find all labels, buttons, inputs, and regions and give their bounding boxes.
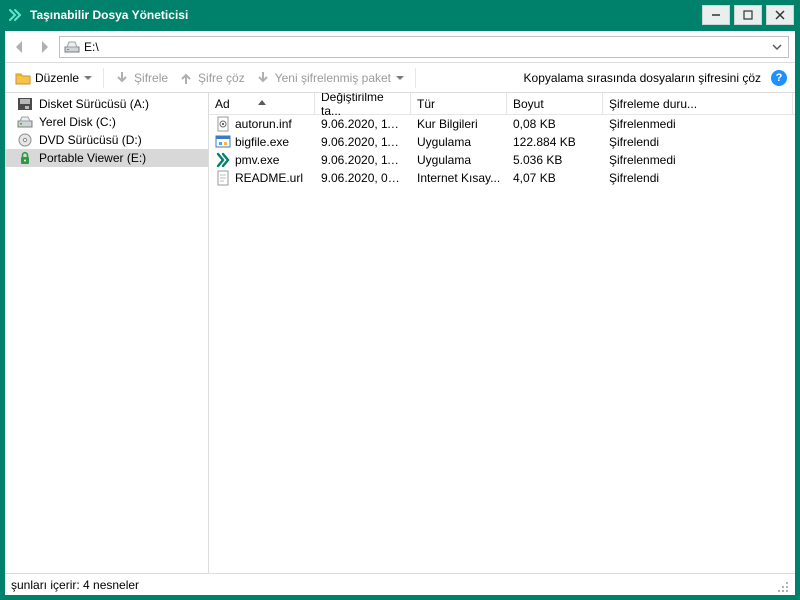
cell-date: 9.06.2020, 11:1... [315,153,411,167]
new-package-label: Yeni şifrelenmiş paket [275,71,391,85]
chevron-down-icon [83,74,93,82]
cell-name: pmv.exe [209,152,315,168]
chevron-down-icon [395,74,405,82]
lock-down-icon [114,70,130,86]
column-label: Ad [215,97,230,111]
cell-type: Internet Kısay... [411,171,507,185]
table-row[interactable]: bigfile.exe 9.06.2020, 11:1...Uygulama122… [209,133,795,151]
sidebar-item-label: Yerel Disk (C:) [39,115,116,129]
kexe-file-icon [215,152,231,168]
address-bar[interactable]: E:\ [59,36,789,58]
inf-file-icon [215,116,231,132]
column-label: Tür [417,97,435,111]
column-header[interactable]: Tür [411,93,507,114]
window-controls [702,5,794,25]
lock-drive-icon [17,151,33,165]
content-area: E:\ Düzenle Şifrele Şifre çöz [4,30,796,596]
close-button[interactable] [766,5,794,25]
cell-enc: Şifrelendi [603,135,793,149]
cell-name: bigfile.exe [209,134,315,150]
window-title: Taşınabilir Dosya Yöneticisi [30,8,702,22]
column-label: Değiştirilme ta... [321,93,404,118]
hdd-icon [17,115,33,129]
address-text: E:\ [84,40,770,54]
cell-date: 9.06.2020, 11:1... [315,135,411,149]
nav-bar: E:\ [5,31,795,63]
cell-name: autorun.inf [209,116,315,132]
inner-frame: E:\ Düzenle Şifrele Şifre çöz [0,30,800,600]
decrypt-on-copy-label[interactable]: Kopyalama sırasında dosyaların şifresini… [520,71,765,85]
cell-enc: Şifrelendi [603,171,793,185]
cell-enc: Şifrelenmedi [603,153,793,167]
column-label: Şifreleme duru... [609,97,697,111]
address-dropdown-icon[interactable] [770,40,784,54]
sidebar-item[interactable]: Disket Sürücüsü (A:) [5,95,208,113]
status-bar: şunları içerir: 4 nesneler [5,573,795,595]
lock-up-icon [178,70,194,86]
cell-size: 0,08 KB [507,117,603,131]
separator [415,68,416,88]
floppy-icon [17,97,33,111]
column-header[interactable]: Ad [209,93,315,114]
url-file-icon [215,170,231,186]
cell-enc: Şifrelenmedi [603,117,793,131]
decrypt-button[interactable]: Şifre çöz [176,68,247,88]
folder-icon [15,70,31,86]
file-pane: Ad Değiştirilme ta... Tür Boyut Şifreleme du… [209,93,795,573]
exe-file-icon [215,134,231,150]
sidebar: Disket Sürücüsü (A:) Yerel Disk (C:) DVD S… [5,93,209,573]
cd-icon [17,133,33,147]
toolbar: Düzenle Şifrele Şifre çöz Yeni şifrelenm… [5,63,795,93]
back-button[interactable] [11,38,29,56]
organize-label: Düzenle [35,71,79,85]
column-headers: Ad Değiştirilme ta... Tür Boyut Şifreleme du… [209,93,795,115]
resize-grip-icon[interactable] [773,577,789,593]
separator [103,68,104,88]
status-text: şunları içerir: 4 nesneler [11,578,773,592]
cell-size: 4,07 KB [507,171,603,185]
sidebar-item-label: Disket Sürücüsü (A:) [39,97,149,111]
sidebar-item-label: Portable Viewer (E:) [39,151,146,165]
titlebar: Taşınabilir Dosya Yöneticisi [0,0,800,30]
cell-type: Uygulama [411,135,507,149]
sort-asc-icon [258,94,266,108]
encrypt-button[interactable]: Şifrele [112,68,170,88]
new-package-button[interactable]: Yeni şifrelenmiş paket [253,68,407,88]
maximize-button[interactable] [734,5,762,25]
table-row[interactable]: pmv.exe 9.06.2020, 11:1...Uygulama5.036 K… [209,151,795,169]
cell-size: 5.036 KB [507,153,603,167]
package-icon [255,70,271,86]
file-name: bigfile.exe [235,135,289,149]
column-header[interactable]: Değiştirilme ta... [315,93,411,114]
body-split: Disket Sürücüsü (A:) Yerel Disk (C:) DVD S… [5,93,795,573]
app-logo-icon [8,8,22,22]
column-header[interactable]: Boyut [507,93,603,114]
column-header[interactable]: Şifreleme duru... [603,93,793,114]
decrypt-label: Şifre çöz [198,71,245,85]
column-label: Boyut [513,97,544,111]
minimize-button[interactable] [702,5,730,25]
drive-icon [64,39,80,55]
app-window: Taşınabilir Dosya Yöneticisi E:\ [0,0,800,600]
encrypt-label: Şifrele [134,71,168,85]
file-name: autorun.inf [235,117,292,131]
sidebar-item[interactable]: Yerel Disk (C:) [5,113,208,131]
forward-button[interactable] [35,38,53,56]
file-list: autorun.inf9.06.2020, 11:1...Kur Bilgile… [209,115,795,573]
sidebar-item-label: DVD Sürücüsü (D:) [39,133,142,147]
help-icon[interactable]: ? [771,70,787,86]
cell-date: 9.06.2020, 04:2... [315,171,411,185]
file-name: pmv.exe [235,153,279,167]
organize-button[interactable]: Düzenle [13,68,95,88]
table-row[interactable]: README.url 9.06.2020, 04:2...Internet Kıs… [209,169,795,187]
cell-date: 9.06.2020, 11:1... [315,117,411,131]
cell-type: Kur Bilgileri [411,117,507,131]
sidebar-item[interactable]: DVD Sürücüsü (D:) [5,131,208,149]
table-row[interactable]: autorun.inf 9.06.2020, 11:1...Kur Bilgile… [209,115,795,133]
file-name: README.url [235,171,303,185]
cell-type: Uygulama [411,153,507,167]
cell-name: README.url [209,170,315,186]
cell-size: 122.884 KB [507,135,603,149]
sidebar-item[interactable]: Portable Viewer (E:) [5,149,208,167]
